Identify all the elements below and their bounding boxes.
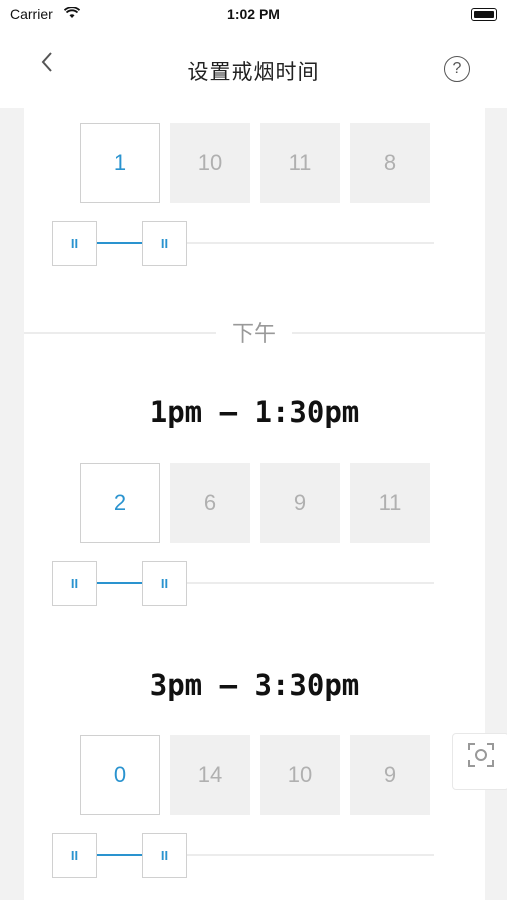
range-slider[interactable]: II II: [52, 221, 434, 267]
range-slider[interactable]: II II: [52, 833, 434, 879]
battery-icon: [471, 8, 497, 21]
count-row: 1 10 11 8: [80, 123, 432, 205]
count-row: 0 14 10 9: [80, 735, 432, 817]
count-cell[interactable]: 8: [350, 123, 430, 203]
slider-fill: [96, 582, 142, 584]
schedule-card: 1 10 11 8 II II 下午 1pm – 1:30pm 2 6 9 11…: [24, 108, 485, 900]
count-row: 2 6 9 11: [80, 463, 432, 545]
slider-fill: [96, 854, 142, 856]
count-cell[interactable]: 10: [170, 123, 250, 203]
status-time: 1:02 PM: [227, 6, 280, 22]
count-cell[interactable]: 9: [260, 463, 340, 543]
time-range-label: 1pm – 1:30pm: [149, 395, 360, 429]
help-circle-icon[interactable]: ?: [444, 56, 470, 82]
time-range-label: 3pm – 3:30pm: [149, 668, 360, 702]
count-cell[interactable]: 14: [170, 735, 250, 815]
section-label: 下午: [216, 316, 292, 348]
count-cell-selected[interactable]: 2: [80, 463, 160, 543]
range-slider[interactable]: II II: [52, 561, 434, 607]
slider-end-handle[interactable]: II: [142, 561, 187, 606]
slider-end-handle[interactable]: II: [142, 833, 187, 878]
navigation-bar: 设置戒烟时间 ?: [0, 28, 507, 108]
page-title: 设置戒烟时间: [187, 61, 320, 84]
count-cell[interactable]: 6: [170, 463, 250, 543]
count-cell[interactable]: 11: [350, 463, 430, 543]
count-cell-selected[interactable]: 1: [80, 123, 160, 203]
slider-end-handle[interactable]: II: [142, 221, 187, 266]
count-cell-selected[interactable]: 0: [80, 735, 160, 815]
status-bar: Carrier 1:02 PM: [0, 0, 507, 28]
slider-start-handle[interactable]: II: [52, 833, 97, 878]
count-cell[interactable]: 11: [260, 123, 340, 203]
screenshot-icon[interactable]: [452, 733, 507, 790]
slider-fill: [96, 242, 142, 244]
count-cell[interactable]: 10: [260, 735, 340, 815]
slider-start-handle[interactable]: II: [52, 221, 97, 266]
count-cell[interactable]: 9: [350, 735, 430, 815]
slider-start-handle[interactable]: II: [52, 561, 97, 606]
